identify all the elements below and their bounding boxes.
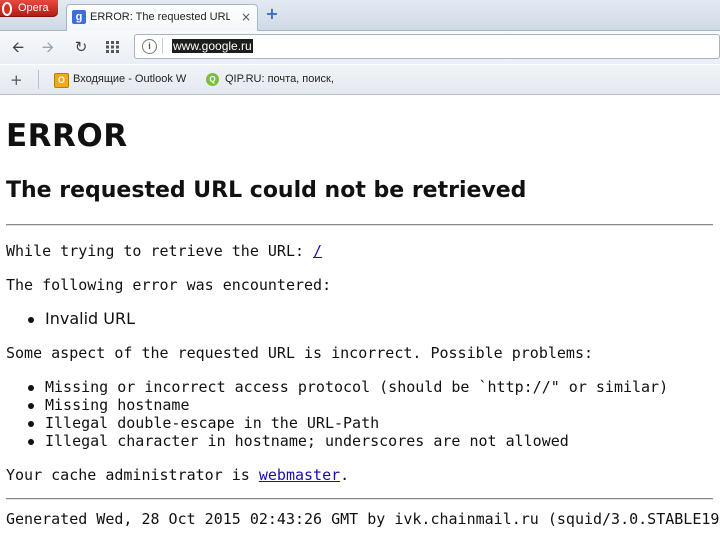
page-title: ERROR (6, 118, 128, 154)
address-url-text[interactable]: www.google.ru (172, 39, 253, 53)
admin-suffix: . (340, 466, 350, 484)
retrieve-prefix: While trying to retrieve the URL: (6, 242, 314, 260)
top-divider (6, 224, 713, 226)
tab-active[interactable]: g ERROR: The requested URL c × (66, 4, 258, 31)
opera-menu-button[interactable]: Opera (0, 0, 58, 17)
address-bar[interactable]: i www.google.ru (134, 34, 720, 59)
bottom-divider (6, 498, 713, 500)
back-icon[interactable]: 🡨 (9, 38, 27, 56)
retrieve-url-link[interactable]: / (313, 242, 322, 260)
page-subtitle: The requested URL could not be retrieved (6, 178, 527, 203)
address-divider (162, 38, 163, 54)
error-list: Invalid URL (6, 310, 135, 328)
add-bookmark-icon[interactable]: + (10, 71, 23, 89)
encountered-text: The following error was encountered: (6, 276, 332, 294)
speed-dial-icon[interactable] (104, 38, 122, 56)
webmaster-link[interactable]: webmaster (259, 466, 340, 484)
problem-item: Illegal double-escape in the URL-Path (27, 414, 668, 432)
qip-icon: Q (206, 73, 219, 86)
bookmark-outlook[interactable]: Входящие - Outlook W (73, 73, 189, 87)
site-info-icon[interactable]: i (142, 39, 157, 54)
opera-logo-icon (2, 2, 12, 16)
bookmarks-bar: + O Входящие - Outlook W Q QIP.RU: почта… (0, 65, 720, 95)
bookmark-qip[interactable]: QIP.RU: почта, поиск, (225, 73, 341, 87)
reload-icon[interactable]: ↻ (72, 38, 90, 56)
problems-list: Missing or incorrect access protocol (sh… (6, 378, 668, 450)
error-item: Invalid URL (27, 309, 136, 328)
problem-item: Missing or incorrect access protocol (sh… (27, 378, 669, 396)
tab-bar: Opera g ERROR: The requested URL c × + (0, 0, 720, 31)
bookmarks-divider (38, 70, 39, 89)
outlook-icon: O (54, 73, 69, 88)
close-tab-icon[interactable]: × (241, 10, 251, 24)
problems-intro: Some aspect of the requested URL is inco… (6, 344, 593, 362)
admin-prefix: Your cache administrator is (6, 466, 259, 484)
new-tab-button[interactable]: + (264, 6, 280, 22)
admin-line: Your cache administrator is webmaster. (6, 466, 349, 484)
problem-item: Missing hostname (27, 396, 668, 414)
retrieve-line: While trying to retrieve the URL: / (6, 242, 322, 260)
forward-icon[interactable]: 🡪 (39, 38, 57, 56)
footer-text: Generated Wed, 28 Oct 2015 02:43:26 GMT … (6, 510, 720, 528)
problem-item: Illegal character in hostname; underscor… (27, 432, 668, 450)
opera-menu-label: Opera (18, 2, 49, 14)
tab-title: ERROR: The requested URL c (90, 11, 230, 23)
google-favicon-icon: g (72, 10, 86, 24)
